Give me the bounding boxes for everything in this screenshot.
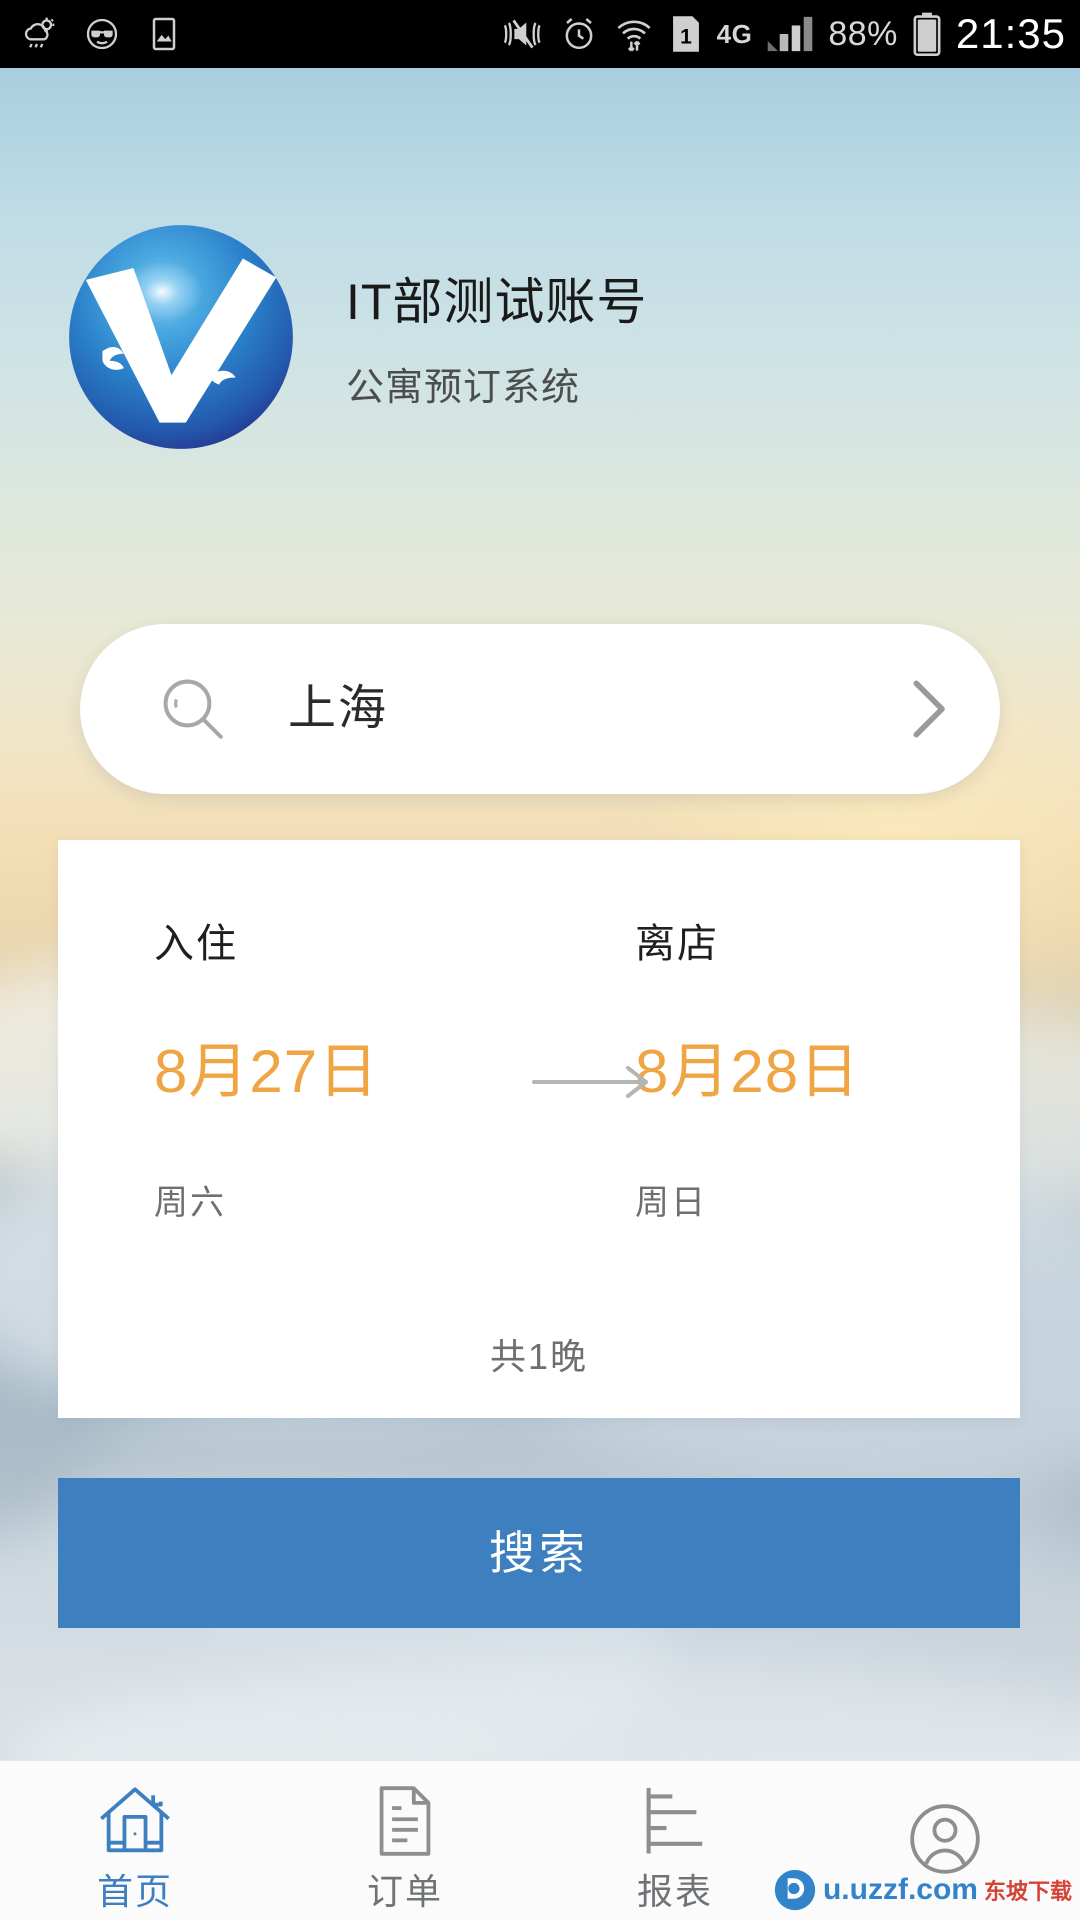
weather-rain-sun-icon: [24, 17, 55, 48]
search-input[interactable]: 上海: [288, 685, 900, 733]
page-subtitle: 公寓预订系统: [346, 366, 581, 409]
checkout-weekday: 周日: [635, 1184, 707, 1222]
checkout-label: 离店: [635, 922, 719, 966]
checkin-weekday: 周六: [154, 1184, 226, 1222]
arrow-right-icon: [532, 1066, 648, 1098]
checkout-date[interactable]: 8月28日: [635, 1042, 1020, 1102]
checkin-date[interactable]: 8月27日: [154, 1042, 539, 1102]
page-title: IT部测试账号: [346, 273, 648, 330]
document-order-icon: [379, 1785, 431, 1856]
checkin-col-date[interactable]: 8月27日: [58, 1042, 539, 1102]
watermark-logo-icon: [774, 1869, 816, 1911]
watermark-text: u.uzzf.com: [822, 1873, 978, 1906]
date-range-card[interactable]: 入住 离店 8月27日 8月28日 周六 周日 共1晚: [58, 840, 1020, 1418]
brand-header: IT部测试账号 公寓预订系统: [0, 218, 1080, 456]
search-button-label: 搜索: [489, 1527, 589, 1579]
watermark-subtext: 东坡下载: [983, 1879, 1072, 1904]
tab-home[interactable]: 首页: [0, 1761, 270, 1920]
alarm-clock-icon: [565, 18, 593, 50]
battery-icon: [913, 12, 941, 57]
phone-screen: 1 4G 88% 21:35 IT部测试账号 公寓预订系统 上海 入住 离店 8…: [0, 0, 1080, 1920]
brand-text-block: IT部测试账号 公寓预订系统: [346, 265, 647, 410]
signal-bars-icon: [768, 16, 813, 52]
main-content: IT部测试账号 公寓预订系统 上海 入住 离店 8月27日 8月28日 周六 周…: [0, 68, 1080, 1760]
checkin-col-label: 入住: [58, 924, 539, 964]
sim1-icon: 1: [672, 16, 699, 52]
tab-reports-label: 报表: [636, 1870, 713, 1912]
checkout-col-week: 周日: [539, 1186, 1020, 1220]
tab-home-label: 首页: [96, 1870, 173, 1912]
tab-reports[interactable]: 报表: [540, 1761, 810, 1920]
status-bar-clock: 21:35: [955, 10, 1066, 57]
checkout-col-label: 离店: [539, 924, 1020, 964]
city-search-bar[interactable]: 上海: [80, 624, 1000, 794]
network-type-label: 4G: [716, 18, 753, 49]
status-bar-right-icons: 1 4G 88% 21:35: [501, 10, 1066, 58]
total-nights-label: 共1晚: [489, 1336, 589, 1377]
weekday-row: 周六 周日: [58, 1186, 1020, 1220]
date-labels-row: 入住 离店: [58, 924, 1020, 964]
wifi-icon: [617, 20, 651, 52]
search-icon: [163, 679, 223, 739]
bar-chart-report-icon: [646, 1787, 703, 1854]
search-button[interactable]: 搜索: [58, 1478, 1020, 1628]
status-bar-left-icons: [20, 14, 184, 54]
home-icon: [100, 1786, 170, 1852]
checkin-col-week: 周六: [58, 1186, 539, 1220]
tab-orders[interactable]: 订单: [270, 1761, 540, 1920]
tab-orders-label: 订单: [366, 1870, 443, 1912]
smiley-sunglasses-icon: [86, 18, 118, 50]
gallery-photo-icon: [152, 17, 176, 51]
blue-globe-seagull-logo: [62, 218, 300, 456]
chevron-right-icon[interactable]: [900, 674, 956, 744]
status-bar: 1 4G 88% 21:35: [0, 0, 1080, 68]
site-watermark: u.uzzf.com 东坡下载: [773, 1868, 1072, 1912]
checkin-label: 入住: [154, 922, 238, 966]
mute-vibrate-icon: [503, 19, 541, 49]
svg-text:1: 1: [680, 26, 692, 49]
battery-percent-label: 88%: [828, 15, 898, 53]
